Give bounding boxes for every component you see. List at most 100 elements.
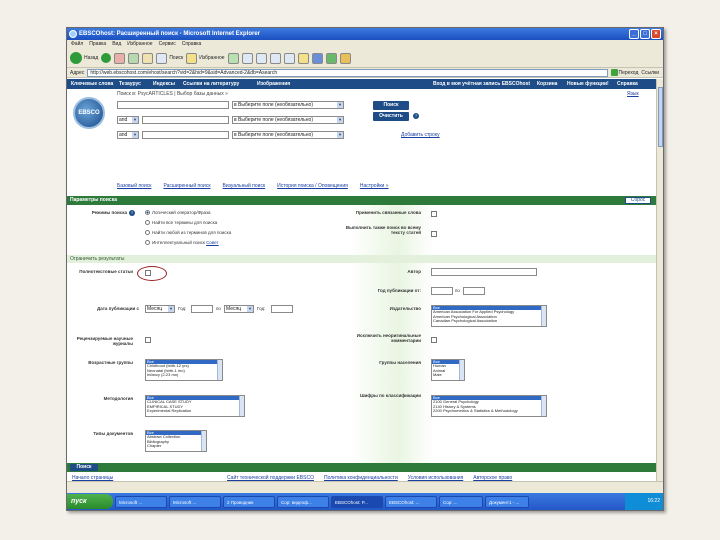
search-databases-label[interactable]: Поиск в: PsycARTICLES | Выбор базы данны… [117, 91, 228, 97]
address-input[interactable]: http://web.ebscohost.com/ehost/search?vi… [87, 68, 608, 77]
list-item[interactable]: Canadian Psychological Association [432, 319, 546, 323]
task-button[interactable]: Сор: ... [439, 495, 483, 508]
age-groups-listbox[interactable]: Все Childhood (birth-12 yrs) Neonatal (b… [145, 359, 223, 381]
task-button[interactable]: Сор: видеоф... [277, 495, 329, 508]
smarttext-hint-link[interactable]: Совет [206, 240, 219, 245]
menu-favorites[interactable]: Избранное [127, 40, 152, 49]
mode-boolean[interactable]: Логический оператор/Фраза [145, 210, 211, 216]
nav-citations[interactable]: Ссылки на литературу [183, 79, 239, 89]
field-select-2[interactable]: в Выберите поле (необязательно) ▼ [232, 116, 344, 124]
page-scrollbar[interactable] [656, 79, 663, 483]
nav-sign-in[interactable]: Вход в моя учётная запись EBSCOhost [433, 79, 530, 89]
task-button-active[interactable]: EBSCOhost: P... [331, 495, 383, 508]
pubyear-to-input[interactable] [463, 287, 485, 295]
mode-all-terms[interactable]: Найти все термины для поиска [145, 220, 217, 226]
classification-listbox[interactable]: Все 2100 General Psychology 2140 History… [431, 395, 547, 417]
pubyear-from-input[interactable] [431, 287, 453, 295]
tab-preferences[interactable]: Настройки » [360, 183, 389, 189]
close-button[interactable]: × [651, 29, 661, 39]
forward-arrow-icon[interactable] [101, 53, 112, 63]
task-button[interactable]: 2 Проводник [223, 495, 275, 508]
list-item[interactable]: 2200 Psychometrics & Statistics & Method… [432, 409, 546, 413]
bottom-search-button[interactable]: Поиск [70, 464, 98, 471]
menu-edit[interactable]: Правка [89, 40, 106, 49]
outlook-icon[interactable] [339, 52, 351, 64]
search-fulltext-checkbox[interactable] [431, 231, 437, 237]
media-icon[interactable] [227, 52, 239, 64]
mode-any-terms[interactable]: Найти любой из терминов для поиска [145, 230, 231, 236]
task-button[interactable]: Microsoft ... [169, 495, 221, 508]
month-from-select[interactable]: Месяц ▼ [145, 305, 175, 313]
print-icon[interactable] [269, 52, 281, 64]
start-button[interactable]: пуск [67, 494, 113, 509]
minimize-button[interactable]: _ [629, 29, 639, 39]
task-button[interactable]: Документ1 - ... [485, 495, 529, 508]
year-from-input[interactable] [191, 305, 213, 313]
search-button[interactable]: Поиск [373, 101, 409, 110]
scrollbar[interactable] [541, 396, 546, 416]
field-select-3[interactable]: в Выберите поле (необязательно) ▼ [232, 131, 344, 139]
scrollbar[interactable] [239, 396, 244, 416]
nav-images[interactable]: Изображения [257, 79, 290, 89]
search-term-input-2[interactable] [142, 116, 229, 124]
nav-keywords[interactable]: Ключевые слова [71, 79, 113, 89]
nav-indexes[interactable]: Индексы [153, 79, 175, 89]
doc-types-listbox[interactable]: Все Abstract Collection Bibliography Cha… [145, 430, 207, 452]
menu-tools[interactable]: Сервис [159, 40, 176, 49]
language-link[interactable]: Язык [627, 91, 639, 97]
nav-thesaurus[interactable]: Тезаурус [119, 79, 141, 89]
operator-select-2[interactable]: and ▼ [117, 116, 139, 124]
month-to-select[interactable]: Месяц ▼ [224, 305, 254, 313]
home-icon[interactable] [142, 52, 154, 64]
methodology-listbox[interactable]: Все CLINICAL CASE STUDY EMPIRICAL STUDY … [145, 395, 245, 417]
favorites-button[interactable]: Избранное [186, 52, 225, 64]
publisher-listbox[interactable]: Все American Association For Applied Psy… [431, 305, 547, 327]
search-button[interactable]: Поиск [156, 52, 183, 64]
refresh-icon[interactable] [128, 52, 140, 64]
links-label[interactable]: Ссылки [641, 70, 659, 76]
list-item[interactable]: Experimental Replication [146, 409, 244, 413]
help-icon[interactable]: ? [413, 113, 419, 119]
go-button[interactable]: Переход [610, 69, 638, 76]
scrollbar[interactable] [217, 360, 222, 380]
task-button[interactable]: Microsoft ... [115, 495, 167, 508]
peer-reviewed-checkbox[interactable] [145, 337, 151, 343]
maximize-button[interactable]: □ [640, 29, 650, 39]
tab-visual-search[interactable]: Визуальный поиск [223, 183, 266, 189]
population-listbox[interactable]: Все Human Animal Male [431, 359, 465, 381]
help-icon[interactable]: ? [129, 210, 135, 216]
operator-select-3[interactable]: and ▼ [117, 131, 139, 139]
menu-file[interactable]: Файл [71, 40, 83, 49]
word-icon[interactable] [311, 52, 323, 64]
add-row-link[interactable]: Добавить строку [401, 132, 440, 138]
exclude-comments-checkbox[interactable] [431, 337, 437, 343]
menu-view[interactable]: Вид [112, 40, 121, 49]
reset-button[interactable]: Сброс [625, 197, 651, 204]
menu-help[interactable]: Справка [182, 40, 202, 49]
excel-icon[interactable] [325, 52, 337, 64]
year-to-input[interactable] [271, 305, 293, 313]
list-item[interactable]: Infancy (2-23 mo) [146, 373, 222, 377]
tab-search-history[interactable]: История поиска / Оповещения [277, 183, 348, 189]
task-button[interactable]: EBSCOhost: ... [385, 495, 437, 508]
stop-icon[interactable] [114, 52, 126, 64]
related-words-checkbox[interactable] [431, 211, 437, 217]
mode-smarttext[interactable]: Интеллектуальный поиск Совет [145, 240, 219, 246]
nav-folder[interactable]: Корзина [537, 79, 557, 89]
nav-help[interactable]: Справка [617, 79, 638, 89]
history-icon[interactable] [241, 52, 253, 64]
back-button[interactable]: Назад [70, 52, 98, 64]
mail-icon[interactable] [255, 52, 267, 64]
search-term-input-3[interactable] [142, 131, 229, 139]
list-item[interactable]: Chapter [146, 444, 206, 448]
scrollbar[interactable] [201, 431, 206, 451]
nav-new-features[interactable]: Новые функции! [567, 79, 609, 89]
tab-basic-search[interactable]: Базовый поиск [117, 183, 151, 189]
tab-advanced-search[interactable]: Расширенный поиск [163, 183, 210, 189]
field-select-1[interactable]: в Выберите поле (необязательно) ▼ [232, 101, 344, 109]
scrollbar[interactable] [459, 360, 464, 380]
scrollbar[interactable] [541, 306, 546, 326]
search-term-input-1[interactable] [117, 101, 229, 109]
clear-button[interactable]: Очистить [373, 112, 409, 121]
author-input[interactable] [431, 268, 537, 276]
